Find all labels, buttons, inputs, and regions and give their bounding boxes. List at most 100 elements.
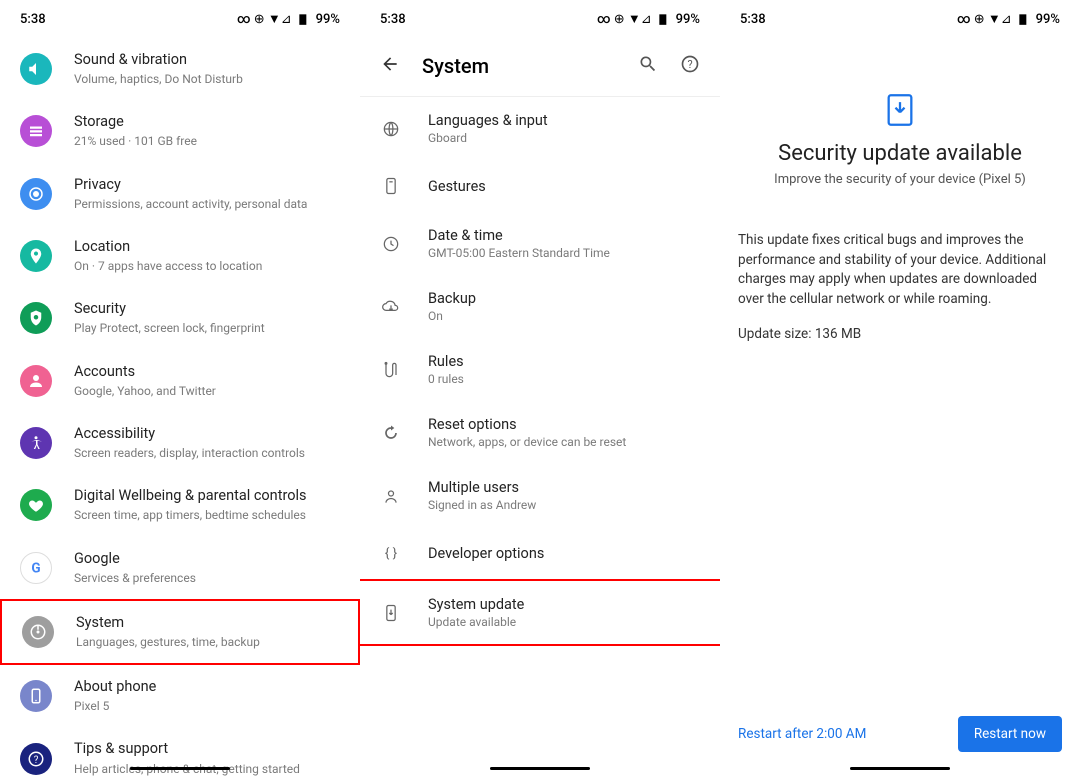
system-item-clock[interactable]: Date & time GMT-05:00 Eastern Standard Ti… <box>360 212 720 275</box>
status-time: 5:38 <box>740 12 766 27</box>
nav-bar[interactable] <box>490 767 590 770</box>
item-title: Tips & support <box>74 740 300 758</box>
gesture-icon <box>380 175 402 197</box>
row-sub: Gboard <box>428 131 548 145</box>
settings-item-storage[interactable]: Storage21% used · 101 GB free <box>0 100 360 162</box>
settings-item-location[interactable]: LocationOn · 7 apps have access to locat… <box>0 225 360 287</box>
wellbeing-icon <box>20 489 52 521</box>
row-sub: Signed in as Andrew <box>428 498 536 512</box>
help-icon[interactable]: ? <box>680 54 700 78</box>
sound-icon <box>20 53 52 85</box>
update-description: This update fixes critical bugs and impr… <box>738 231 1062 309</box>
system-item-rules[interactable]: Rules 0 rules <box>360 338 720 401</box>
row-title: Developer options <box>428 545 544 562</box>
restart-now-button[interactable]: Restart now <box>958 716 1062 752</box>
settings-item-sound[interactable]: Sound & vibration Volume, haptics, Do Not… <box>0 38 360 100</box>
row-sub: Update available <box>428 615 524 629</box>
globe-icon <box>380 118 402 140</box>
reset-icon <box>380 422 402 444</box>
item-title: Digital Wellbeing & parental controls <box>74 487 307 505</box>
update-body: This update fixes critical bugs and impr… <box>720 187 1080 345</box>
item-sub: Services & preferences <box>74 570 196 586</box>
item-title: System <box>76 614 260 632</box>
row-title: Languages & input <box>428 112 548 129</box>
clock-icon <box>380 233 402 255</box>
svg-text:G: G <box>31 560 40 576</box>
privacy-icon <box>20 178 52 210</box>
system-item-user[interactable]: Multiple users Signed in as Andrew <box>360 464 720 527</box>
user-icon <box>380 485 402 507</box>
update-title: Security update available <box>738 141 1062 166</box>
item-title: Google <box>74 550 196 568</box>
system-list: Languages & input Gboard Gestures Date & ti… <box>360 97 720 646</box>
row-title: Date & time <box>428 227 610 244</box>
item-title: Storage <box>74 113 197 131</box>
item-sub: Permissions, account activity, personal … <box>74 196 307 212</box>
system-item-sysupdate[interactable]: System updateUpdate available <box>360 579 720 646</box>
back-icon[interactable] <box>380 54 400 78</box>
settings-item-accounts[interactable]: AccountsGoogle, Yahoo, and Twitter <box>0 350 360 412</box>
rules-icon <box>380 359 402 381</box>
restart-later-button[interactable]: Restart after 2:00 AM <box>738 726 866 742</box>
system-item-braces[interactable]: { } Developer options <box>360 527 720 579</box>
tips-icon: ? <box>20 743 52 775</box>
item-sub: Languages, gestures, time, backup <box>76 634 260 650</box>
item-title: Accounts <box>74 363 216 381</box>
item-sub: Pixel 5 <box>74 698 156 714</box>
page-title: System <box>422 54 638 78</box>
row-sub: GMT-05:00 Eastern Standard Time <box>428 246 610 260</box>
row-sub: 0 rules <box>428 372 464 386</box>
status-icons: ∞ ⊕ ▼⊿ 99% <box>597 11 700 27</box>
status-bar: 5:38 ∞ ⊕ ▼⊿ 99% <box>360 0 720 38</box>
settings-item-about[interactable]: About phone Pixel 5 <box>0 665 360 727</box>
settings-item-privacy[interactable]: Privacy Permissions, account activity, pe… <box>0 163 360 225</box>
item-sub: Volume, haptics, Do Not Disturb <box>74 71 243 87</box>
download-icon <box>886 93 914 127</box>
row-sub: Network, apps, or device can be reset <box>428 435 626 449</box>
item-title: Accessibility <box>74 425 305 443</box>
nav-bar[interactable] <box>130 767 230 770</box>
system-icon <box>22 616 54 648</box>
item-title: Location <box>74 238 262 256</box>
nav-bar[interactable] <box>850 767 950 770</box>
search-icon[interactable] <box>638 54 658 78</box>
svg-text:?: ? <box>687 58 692 71</box>
settings-item-tips[interactable]: ?Tips & supportHelp articles, phone & ch… <box>0 727 360 778</box>
accessibility-icon <box>20 427 52 459</box>
braces-icon: { } <box>380 542 402 564</box>
row-title: Gestures <box>428 178 486 195</box>
security-icon <box>20 302 52 334</box>
settings-item-wellbeing[interactable]: Digital Wellbeing & parental controls Scr… <box>0 474 360 536</box>
settings-item-accessibility[interactable]: Accessibility Screen readers, display, in… <box>0 412 360 474</box>
update-header: Security update available Improve the se… <box>720 38 1080 187</box>
storage-icon <box>20 115 52 147</box>
update-panel: 5:38 ∞ ⊕ ▼⊿ 99% Security update availabl… <box>720 0 1080 778</box>
row-title: Rules <box>428 353 464 370</box>
system-panel: 5:38 ∞ ⊕ ▼⊿ 99% System ? Languages & inp… <box>360 0 720 778</box>
status-icons: ∞ ⊕ ▼⊿ 99% <box>237 11 340 27</box>
location-icon <box>20 240 52 272</box>
item-title: Sound & vibration <box>74 51 243 69</box>
settings-item-security[interactable]: SecurityPlay Protect, screen lock, finge… <box>0 287 360 349</box>
row-title: Multiple users <box>428 479 536 496</box>
settings-item-google[interactable]: G Google Services & preferences <box>0 537 360 599</box>
item-title: About phone <box>74 678 156 696</box>
sysupdate-icon <box>380 602 402 624</box>
row-title: Reset options <box>428 416 626 433</box>
system-item-cloud[interactable]: BackupOn <box>360 275 720 338</box>
item-sub: Screen readers, display, interaction con… <box>74 445 305 461</box>
system-item-gesture[interactable]: Gestures <box>360 160 720 212</box>
item-title: Privacy <box>74 176 307 194</box>
update-size: Update size: 136 MB <box>738 325 1062 345</box>
cloud-icon <box>380 296 402 318</box>
status-bar: 5:38 ∞ ⊕ ▼⊿ 99% <box>720 0 1080 38</box>
item-sub: Screen time, app timers, bedtime schedul… <box>74 507 307 523</box>
google-icon: G <box>20 552 52 584</box>
status-time: 5:38 <box>380 12 406 27</box>
system-item-reset[interactable]: Reset options Network, apps, or device ca… <box>360 401 720 464</box>
row-title: Backup <box>428 290 476 307</box>
item-title: Security <box>74 300 265 318</box>
settings-item-system[interactable]: System Languages, gestures, time, backup <box>0 599 360 665</box>
system-item-globe[interactable]: Languages & input Gboard <box>360 97 720 160</box>
svg-text:?: ? <box>34 754 39 765</box>
